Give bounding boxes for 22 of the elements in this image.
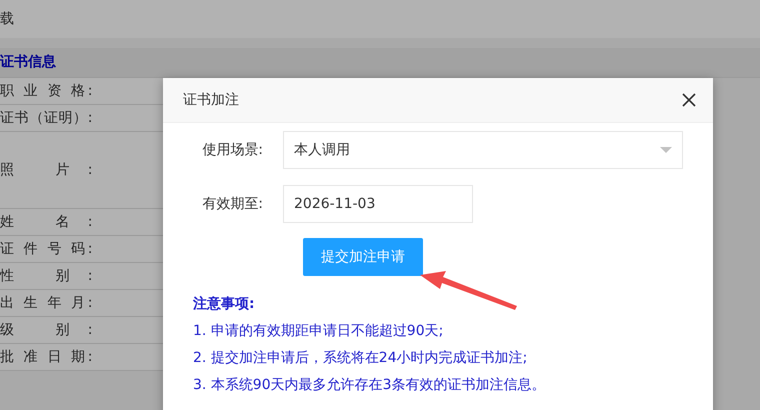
download-link[interactable]: 载 [0,8,14,30]
section-title: 证书信息 [0,53,56,72]
note-text: 3. 本系统90天内最多允许存在3条有效的证书加注信息。 [193,376,547,395]
field-label: 批 准 日 期: [0,348,92,366]
field-label: 姓 名: [0,212,92,232]
caret-icon [660,147,672,153]
notes-title: 注意事项: [193,294,256,314]
note-text: 1. 申请的有效期距申请日不能超过90天; [193,322,444,341]
field-label: 职 业 资 格: [0,82,92,100]
date-input[interactable]: 2026-11-03 [283,185,473,223]
field-label: 性 别: [0,266,92,286]
field-label: 出 生 年 月: [0,294,92,312]
field-label: 级 别: [0,320,92,340]
usage-scene-select[interactable]: 本人调用 [283,131,683,169]
field-label: 照 片: [0,160,92,180]
note-text: 2. 提交加注申请后，系统将在24小时内完成证书加注; [193,349,528,368]
dialog-title: 证书加注 [183,90,239,110]
field-label: 证书（证明）: [0,108,92,128]
close-button[interactable] [682,93,696,107]
field-label: 证 件 号 码: [0,240,92,258]
field-label: 有效期至: [201,194,264,214]
field-label: 使用场景: [201,140,264,160]
